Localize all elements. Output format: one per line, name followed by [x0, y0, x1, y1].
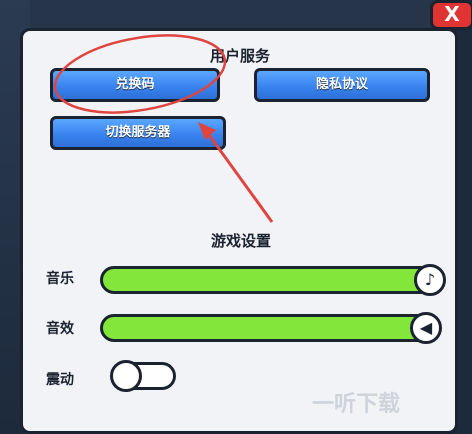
game-settings-title: 游戏设置	[210, 232, 271, 250]
user-services-title: 用户服务	[209, 47, 270, 65]
switch-server-button[interactable]: 切换服务器	[50, 116, 226, 150]
sfx-slider[interactable]	[100, 314, 440, 342]
vibration-toggle-knob[interactable]	[110, 360, 142, 392]
close-button[interactable]: X	[430, 0, 472, 30]
music-note-icon[interactable]: ♪	[414, 264, 446, 296]
privacy-policy-button[interactable]: 隐私协议	[254, 68, 430, 102]
sfx-label: 音效	[46, 321, 74, 337]
music-label: 音乐	[46, 271, 74, 287]
music-slider[interactable]	[100, 266, 440, 294]
watermark-text: 一听下载	[312, 392, 401, 417]
speaker-icon[interactable]: ◀	[410, 312, 442, 344]
redeem-code-button[interactable]: 兑换码	[50, 68, 220, 102]
vibration-label: 震动	[46, 372, 74, 388]
